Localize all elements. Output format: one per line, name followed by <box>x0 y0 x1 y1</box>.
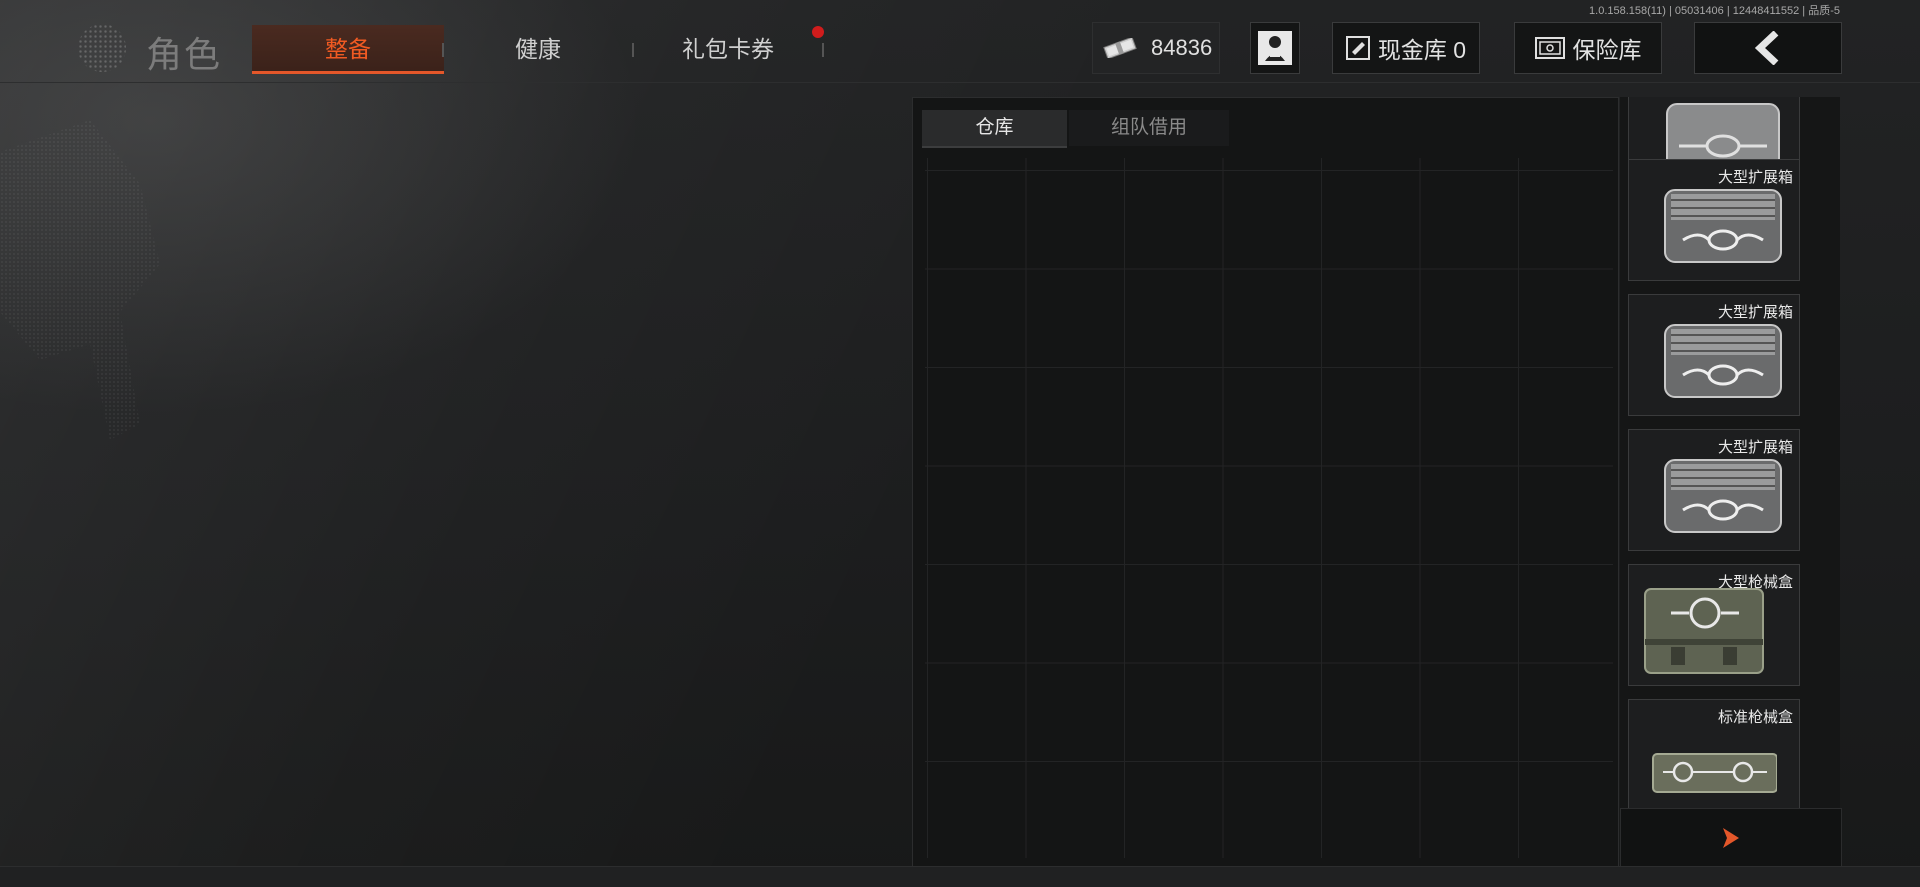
top-bar: 角色 整备 健康 礼包卡券 84836 现金库 0 保险库 <box>0 0 1920 83</box>
storage-panel: 仓库 组队借用 <box>912 97 1619 869</box>
gun-case-icon <box>1652 753 1777 793</box>
play-arrow-icon <box>1723 828 1739 848</box>
ticket-icon <box>1345 36 1370 60</box>
tab-health[interactable]: 健康 <box>458 25 618 73</box>
item-standard-gun-case[interactable]: 标准枪械盒 <box>1628 699 1800 821</box>
expansion-box-icon <box>1664 189 1782 263</box>
safe-button[interactable]: 保险库 <box>1514 22 1662 74</box>
storage-grid[interactable] <box>925 158 1613 858</box>
item-large-gun-case[interactable]: 大型枪械盒 <box>1628 564 1800 686</box>
tab-separator <box>822 43 824 57</box>
item-list: 大型扩展箱 大型扩展箱 大型扩展箱 大型枪械盒 标准枪械盒 <box>1620 97 1840 867</box>
tab-warehouse[interactable]: 仓库 <box>922 110 1067 148</box>
expansion-box-icon <box>1664 324 1782 398</box>
item-large-expansion-box[interactable]: 大型扩展箱 <box>1628 429 1800 551</box>
gun-case-icon <box>1644 588 1764 674</box>
money-amount: 84836 <box>1151 35 1213 60</box>
safe-label: 保险库 <box>1572 37 1642 63</box>
bottom-strip <box>0 866 1920 887</box>
expansion-box-icon <box>1664 459 1782 533</box>
notification-badge <box>812 26 824 38</box>
cash-vault-label: 现金库 0 <box>1377 37 1467 63</box>
operator-icon <box>1258 31 1292 65</box>
tab-team-borrow[interactable]: 组队借用 <box>1069 110 1229 146</box>
tab-separator <box>632 43 634 57</box>
item-large-expansion-box[interactable]: 大型扩展箱 <box>1628 294 1800 416</box>
tab-gift-coupons[interactable]: 礼包卡券 <box>648 25 808 73</box>
next-page-button[interactable] <box>1620 808 1842 868</box>
back-arrow-icon <box>1754 31 1779 65</box>
cash-bundle-icon <box>1103 38 1137 58</box>
tab-equipment[interactable]: 整备 <box>252 25 444 74</box>
globe-logo-icon <box>78 24 126 72</box>
safe-icon <box>1534 37 1565 59</box>
operator-button[interactable] <box>1250 22 1300 74</box>
item-large-expansion-box[interactable]: 大型扩展箱 <box>1628 159 1800 281</box>
page-title: 角色 <box>146 34 223 75</box>
tab-separator <box>442 43 444 57</box>
currency-display: 84836 <box>1092 22 1220 74</box>
back-button[interactable] <box>1694 22 1842 74</box>
cash-vault-button[interactable]: 现金库 0 <box>1332 22 1480 74</box>
